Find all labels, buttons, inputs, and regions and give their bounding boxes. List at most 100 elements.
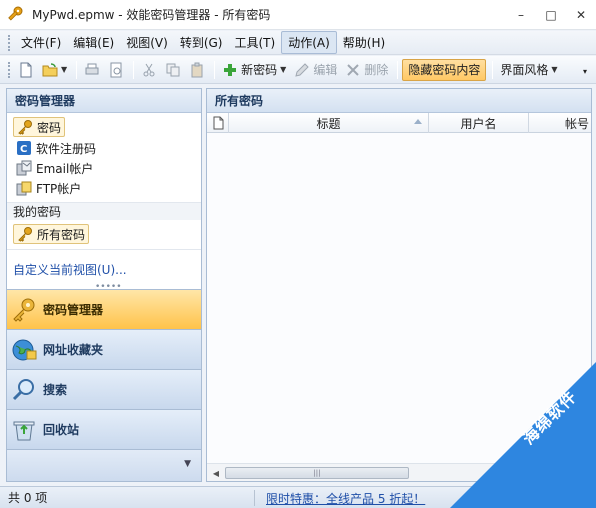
- globe-icon: [11, 337, 37, 363]
- category-list: 密码 C 软件注册码 Email帐户 FTP帐户: [7, 113, 201, 202]
- category-passwords[interactable]: 密码: [13, 117, 66, 137]
- edit-button[interactable]: 编辑: [291, 59, 340, 81]
- chevron-down-icon[interactable]: ▼: [184, 459, 191, 469]
- menu-actions[interactable]: 动作(A): [281, 31, 337, 54]
- paste-icon: [189, 62, 205, 78]
- scroll-left-icon[interactable]: ◀: [209, 466, 223, 480]
- app-key-icon: [6, 6, 24, 24]
- promo-link[interactable]: 限时特惠：全线产品 5 折起！: [266, 490, 425, 507]
- title-bar: MyPwd.epmw - 效能密码管理器 - 所有密码 – □ ✕: [0, 0, 596, 30]
- item-count: 共 0 项: [8, 491, 48, 505]
- open-button[interactable]: ▼: [39, 59, 70, 81]
- delete-label: 删除: [364, 63, 389, 77]
- column-type[interactable]: [207, 113, 229, 133]
- menu-goto[interactable]: 转到(G): [174, 32, 229, 53]
- scissors-icon: [141, 62, 157, 78]
- toolbar-separator: [214, 60, 216, 79]
- print-preview-button[interactable]: [105, 59, 127, 81]
- toolbar-separator: [133, 60, 135, 79]
- menu-grip: [8, 34, 11, 51]
- new-file-button[interactable]: [15, 59, 37, 81]
- print-preview-icon: [108, 62, 124, 78]
- status-separator: [254, 490, 255, 506]
- table-header: 标题 用户名 帐号: [207, 113, 591, 133]
- maximize-button[interactable]: □: [536, 0, 566, 30]
- pencil-icon: [294, 62, 310, 78]
- recycle-bin-icon: [11, 417, 37, 443]
- status-bar: 共 0 项 限时特惠：全线产品 5 折起！: [0, 486, 596, 508]
- chevron-down-icon[interactable]: ▼: [61, 65, 67, 74]
- new-password-button[interactable]: 新密码 ▼: [219, 59, 289, 81]
- license-icon: C: [16, 140, 32, 156]
- category-passwords-label: 密码: [37, 120, 62, 135]
- minimize-button[interactable]: –: [506, 0, 536, 30]
- nav-button-recycle-bin[interactable]: 回收站: [7, 409, 201, 449]
- nav-button-recycle-bin-label: 回收站: [43, 423, 80, 437]
- scrollbar-thumb[interactable]: |||: [225, 467, 409, 479]
- window-title: MyPwd.epmw - 效能密码管理器 - 所有密码: [32, 8, 271, 22]
- category-software-license-label: 软件注册码: [36, 141, 97, 156]
- chevron-down-icon: ▼: [551, 65, 558, 74]
- all-passwords-item[interactable]: 所有密码: [13, 224, 90, 244]
- key-icon: [17, 119, 33, 135]
- email-icon: [16, 160, 32, 176]
- column-title-label: 标题: [316, 116, 341, 131]
- toolbar-separator: [492, 60, 494, 79]
- copy-icon: [165, 62, 181, 78]
- sort-ascending-icon: [414, 119, 422, 124]
- category-ftp-label: FTP帐户: [36, 181, 82, 196]
- hide-content-toggle[interactable]: 隐藏密码内容: [402, 58, 487, 81]
- category-email-label: Email帐户: [36, 161, 94, 176]
- svg-text:C: C: [20, 144, 27, 155]
- menu-edit[interactable]: 编辑(E): [67, 32, 120, 53]
- menu-help[interactable]: 帮助(H): [337, 32, 391, 53]
- menu-view[interactable]: 视图(V): [120, 32, 174, 53]
- my-passwords-list: 所有密码: [7, 220, 201, 249]
- toolbar-overflow-icon[interactable]: ▾: [580, 60, 590, 82]
- navigation-pane-header: 密码管理器: [7, 89, 201, 113]
- toolbar-separator: [76, 60, 78, 79]
- category-email[interactable]: Email帐户: [13, 158, 195, 178]
- nav-button-password-manager[interactable]: 密码管理器: [7, 289, 201, 329]
- divider: [7, 249, 201, 250]
- chevron-down-icon[interactable]: ▼: [280, 65, 286, 74]
- theme-dropdown[interactable]: 界面风格 ▼: [497, 59, 560, 81]
- nav-button-search[interactable]: 搜索: [7, 369, 201, 409]
- all-passwords-label: 所有密码: [37, 227, 86, 242]
- copy-button[interactable]: [162, 59, 184, 81]
- column-account[interactable]: 帐号: [529, 113, 591, 133]
- ftp-icon: [16, 180, 32, 196]
- column-username[interactable]: 用户名: [429, 113, 529, 133]
- paste-button[interactable]: [186, 59, 208, 81]
- menu-tools[interactable]: 工具(T): [228, 32, 281, 53]
- column-title[interactable]: 标题: [229, 113, 429, 133]
- delete-x-icon: [345, 62, 361, 78]
- document-icon: [210, 115, 226, 131]
- new-password-label: 新密码: [241, 63, 278, 77]
- content-pane-header: 所有密码: [207, 89, 591, 113]
- customize-view-link[interactable]: 自定义当前视图(U)...: [13, 261, 127, 278]
- cut-button[interactable]: [138, 59, 160, 81]
- menu-bar: 文件(F) 编辑(E) 视图(V) 转到(G) 工具(T) 动作(A) 帮助(H…: [0, 31, 596, 55]
- new-file-icon: [18, 62, 34, 78]
- delete-button[interactable]: 删除: [342, 59, 391, 81]
- key-icon: [17, 226, 33, 242]
- toolbar-separator: [397, 60, 399, 79]
- category-software-license[interactable]: C 软件注册码: [13, 138, 195, 158]
- print-icon: [84, 62, 100, 78]
- search-icon: [11, 377, 37, 403]
- my-passwords-section: 我的密码: [7, 202, 201, 220]
- column-username-label: 用户名: [460, 116, 497, 131]
- horizontal-scrollbar[interactable]: ◀ |||: [207, 463, 591, 481]
- nav-button-bookmarks[interactable]: 网址收藏夹: [7, 329, 201, 369]
- menu-file[interactable]: 文件(F): [15, 32, 67, 53]
- nav-button-search-label: 搜索: [43, 383, 68, 397]
- print-button[interactable]: [81, 59, 103, 81]
- edit-label: 编辑: [313, 63, 338, 77]
- content-pane: 所有密码 标题 用户名 帐号 ◀ |||: [206, 88, 592, 482]
- toolbar: ▼ 新密码 ▼ 编辑 删除 隐藏密码内容 界面风格 ▼ ▾: [0, 56, 596, 84]
- open-folder-icon: [42, 62, 58, 78]
- category-ftp[interactable]: FTP帐户: [13, 178, 195, 198]
- navigation-pane: 密码管理器 密码 C 软件注册码 Email帐户 FTP帐户 我的密码 所有密码…: [6, 88, 202, 482]
- close-button[interactable]: ✕: [566, 0, 596, 30]
